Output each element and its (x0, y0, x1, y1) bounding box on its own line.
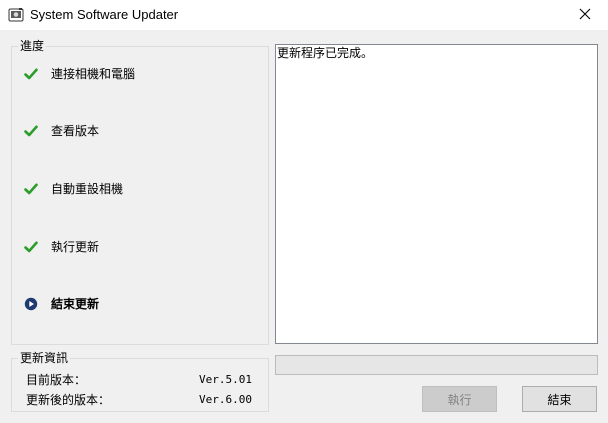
close-icon (579, 8, 591, 23)
play-circle-icon (24, 297, 38, 311)
app-icon (8, 7, 24, 23)
progress-group: 進度 連接相機和電腦 查看版本 自動重設相機 執行更新 結束更新 (11, 39, 269, 345)
close-button[interactable] (562, 0, 608, 30)
new-version-row: 更新後的版本： Ver.6.00 (26, 393, 252, 407)
step-label: 結束更新 (51, 297, 100, 311)
finish-button[interactable]: 結束 (522, 386, 597, 412)
step-reset-camera: 自動重設相機 (24, 181, 123, 197)
step-finish-update: 結束更新 (24, 296, 99, 312)
check-icon (24, 67, 38, 81)
progress-bar (275, 355, 598, 375)
current-version-label: 目前版本： (26, 373, 87, 387)
step-label: 執行更新 (51, 240, 100, 254)
current-version-value: Ver.5.01 (199, 373, 252, 386)
new-version-value: Ver.6.00 (199, 393, 252, 406)
step-label: 自動重設相機 (51, 182, 124, 196)
step-label: 查看版本 (51, 124, 100, 138)
title-bar[interactable]: System Software Updater (0, 0, 608, 30)
log-textarea[interactable]: 更新程序已完成。 (275, 44, 598, 344)
progress-legend: 進度 (18, 39, 47, 53)
step-connect: 連接相機和電腦 (24, 66, 135, 82)
check-icon (24, 124, 38, 138)
execute-button[interactable]: 執行 (422, 386, 497, 412)
check-icon (24, 240, 38, 254)
new-version-label: 更新後的版本： (26, 393, 111, 407)
current-version-row: 目前版本： Ver.5.01 (26, 373, 252, 387)
step-label: 連接相機和電腦 (51, 67, 136, 81)
update-info-legend: 更新資訊 (18, 351, 71, 365)
step-check-version: 查看版本 (24, 123, 99, 139)
step-run-update: 執行更新 (24, 239, 99, 255)
updater-window: System Software Updater 進度 連接相機和電腦 查看版本 (0, 0, 608, 423)
window-title: System Software Updater (30, 7, 179, 22)
check-icon (24, 182, 38, 196)
update-info-group: 更新資訊 目前版本： Ver.5.01 更新後的版本： Ver.6.00 (11, 351, 269, 412)
